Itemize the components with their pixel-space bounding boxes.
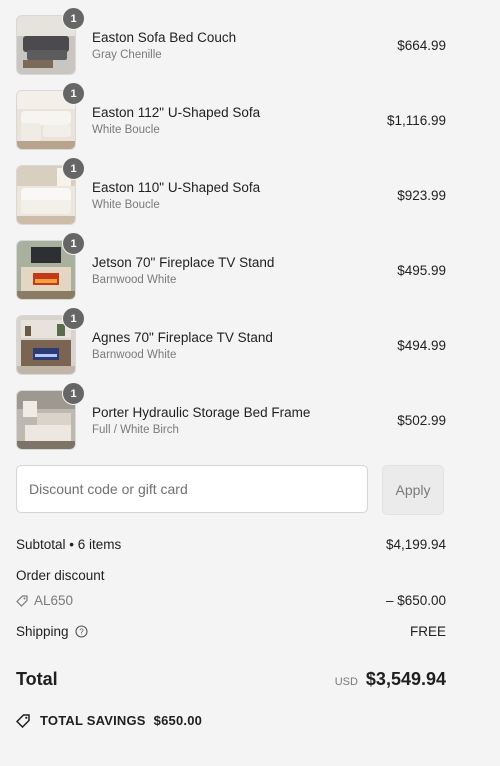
product-price: $923.99 bbox=[397, 187, 446, 203]
product-price: $664.99 bbox=[397, 37, 446, 53]
discount-code-tag: AL650 bbox=[16, 593, 73, 608]
quantity-badge: 1 bbox=[62, 157, 85, 180]
shipping-value: FREE bbox=[409, 624, 446, 639]
product-thumbnail: 1 bbox=[16, 7, 85, 75]
shipping-label: Shipping bbox=[16, 624, 69, 639]
line-item: 1 Easton 110" U-Shaped Sofa White Boucle… bbox=[16, 157, 446, 225]
product-price: $495.99 bbox=[397, 262, 446, 278]
help-icon[interactable]: ? bbox=[74, 625, 88, 638]
subtotal-label: Subtotal • 6 items bbox=[16, 537, 122, 552]
product-variant: White Boucle bbox=[92, 124, 160, 136]
line-item: 1 Jetson 70" Fireplace TV Stand Barnwood… bbox=[16, 232, 446, 300]
product-price: $494.99 bbox=[397, 337, 446, 353]
product-price: $502.99 bbox=[397, 412, 446, 428]
tag-icon bbox=[16, 594, 28, 607]
cost-summary: Subtotal • 6 items $4,199.94 Order disco… bbox=[16, 529, 446, 728]
product-variant: Barnwood White bbox=[92, 349, 177, 361]
discount-row: Apply bbox=[16, 465, 446, 515]
savings-label: TOTAL SAVINGS bbox=[40, 713, 146, 728]
order-summary: 1 Easton Sofa Bed Couch Gray Chenille $6… bbox=[16, 7, 446, 728]
currency-code: USD bbox=[334, 675, 358, 688]
line-item: 1 Agnes 70" Fireplace TV Stand Barnwood … bbox=[16, 307, 446, 375]
product-variant: White Boucle bbox=[92, 199, 160, 211]
product-variant: Barnwood White bbox=[92, 274, 177, 286]
product-name: Porter Hydraulic Storage Bed Frame bbox=[92, 405, 311, 420]
subtotal-value: $4,199.94 bbox=[385, 537, 446, 552]
line-item: 1 Porter Hydraulic Storage Bed Frame Ful… bbox=[16, 382, 446, 450]
total-savings: TOTAL SAVINGS $650.00 bbox=[16, 713, 446, 728]
product-thumbnail: 1 bbox=[16, 82, 85, 150]
product-name: Agnes 70" Fireplace TV Stand bbox=[92, 330, 273, 345]
line-item: 1 Easton Sofa Bed Couch Gray Chenille $6… bbox=[16, 7, 446, 75]
product-thumbnail: 1 bbox=[16, 232, 85, 300]
quantity-badge: 1 bbox=[62, 307, 85, 330]
product-name: Easton Sofa Bed Couch bbox=[92, 30, 237, 45]
total-amount: $3,549.94 bbox=[365, 668, 446, 689]
quantity-badge: 1 bbox=[62, 382, 85, 405]
discount-value: – $650.00 bbox=[385, 593, 446, 608]
product-thumbnail: 1 bbox=[16, 307, 85, 375]
product-thumbnail: 1 bbox=[16, 157, 85, 225]
quantity-badge: 1 bbox=[62, 82, 85, 105]
product-variant: Full / White Birch bbox=[92, 424, 179, 436]
product-name: Easton 112" U-Shaped Sofa bbox=[92, 105, 261, 120]
savings-tag-icon bbox=[16, 713, 32, 728]
product-price: $1,116.99 bbox=[386, 112, 446, 128]
order-discount-label: Order discount bbox=[16, 568, 105, 583]
discount-code: AL650 bbox=[34, 593, 74, 608]
total-row: Total USD $3,549.94 bbox=[16, 659, 446, 699]
svg-text:?: ? bbox=[79, 627, 84, 636]
product-variant: Gray Chenille bbox=[92, 49, 162, 61]
quantity-badge: 1 bbox=[62, 7, 85, 30]
line-item: 1 Easton 112" U-Shaped Sofa White Boucle… bbox=[16, 82, 446, 150]
product-name: Jetson 70" Fireplace TV Stand bbox=[92, 255, 275, 270]
quantity-badge: 1 bbox=[62, 232, 85, 255]
total-label: Total bbox=[16, 668, 58, 689]
discount-code-input[interactable] bbox=[16, 465, 368, 513]
apply-discount-button[interactable]: Apply bbox=[382, 465, 444, 515]
product-name: Easton 110" U-Shaped Sofa bbox=[92, 180, 261, 195]
savings-value: $650.00 bbox=[153, 713, 203, 728]
product-thumbnail: 1 bbox=[16, 382, 85, 450]
